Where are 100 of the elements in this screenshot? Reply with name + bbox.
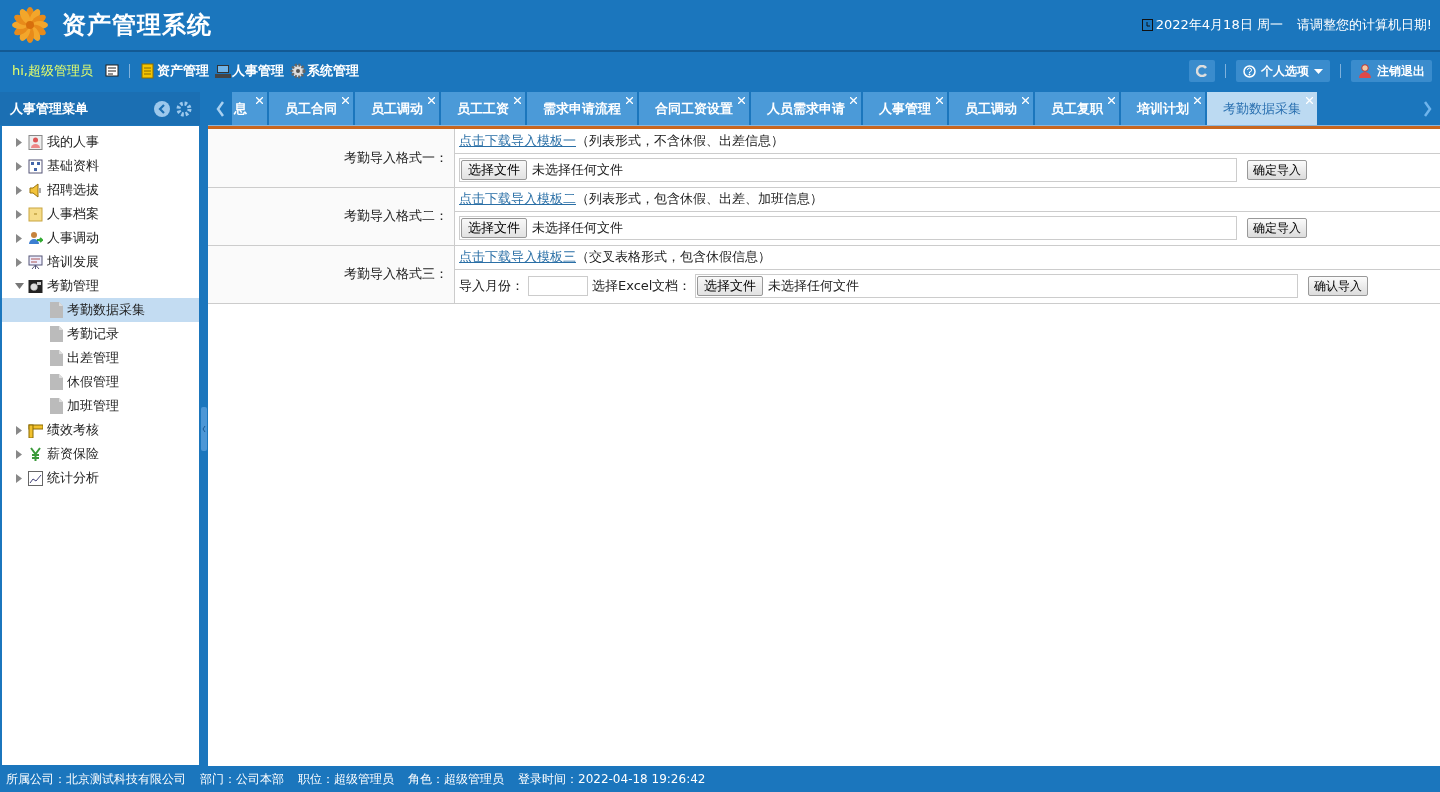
file-status: 未选择任何文件 [532, 161, 623, 179]
collapsed-arrow-icon[interactable] [16, 449, 22, 459]
clock-icon [1141, 19, 1153, 31]
computer-icon [215, 63, 231, 79]
close-icon[interactable] [738, 97, 745, 104]
menu-item[interactable]: 统计分析 [47, 469, 99, 487]
choose-file-button[interactable]: 选择文件 [461, 160, 527, 180]
submenu-item[interactable]: 出差管理 [2, 346, 199, 370]
diagram-icon [28, 158, 43, 174]
import-button[interactable]: 确定导入 [1247, 160, 1307, 180]
month-field[interactable] [528, 276, 588, 296]
people-icon [28, 230, 43, 246]
user-icon [1358, 64, 1372, 78]
module-link[interactable]: 系统管理 [290, 62, 359, 80]
status-text: 职位：超级管理员 [298, 770, 394, 788]
refresh-button[interactable] [1189, 60, 1215, 82]
chevron-right-icon [1424, 100, 1432, 117]
file-field[interactable]: 选择文件 未选择任何文件 [459, 158, 1237, 182]
close-icon[interactable] [1194, 97, 1201, 104]
status-text: 登录时间：2022-04-18 19:26:42 [518, 770, 706, 788]
row-label: 考勤导入格式二： [344, 208, 448, 223]
close-icon[interactable] [342, 97, 349, 104]
file-status: 未选择任何文件 [768, 277, 860, 295]
template-download-link[interactable]: 点击下载导入模板一 [459, 131, 576, 150]
flower-logo [12, 7, 48, 43]
field-label: 选择Excel文档： [592, 277, 692, 295]
import-button[interactable]: 确定导入 [1247, 218, 1307, 238]
chart-icon [28, 470, 43, 486]
page-icon [50, 374, 63, 390]
collapsed-arrow-icon[interactable] [16, 425, 22, 435]
yen-icon [28, 446, 43, 462]
menu-item[interactable]: 人事调动 [47, 229, 99, 247]
submenu-item[interactable]: 考勤记录 [2, 322, 199, 346]
menu-item[interactable]: 培训发展 [47, 253, 99, 271]
message-icon[interactable] [105, 64, 119, 78]
page-icon [50, 302, 63, 318]
close-icon[interactable] [256, 97, 263, 104]
close-icon[interactable] [514, 97, 521, 104]
status-text: 所属公司：北京测试科技有限公司 [6, 770, 186, 788]
template-download-link[interactable]: 点击下载导入模板二 [459, 190, 576, 208]
choose-file-button[interactable]: 选择文件 [697, 276, 764, 296]
collapsed-arrow-icon[interactable] [16, 233, 22, 243]
module-link[interactable]: 资产管理 [140, 62, 209, 80]
collapsed-arrow-icon[interactable] [16, 257, 22, 267]
collapse-icon[interactable] [154, 100, 170, 117]
collapsed-arrow-icon[interactable] [16, 209, 22, 219]
import-button[interactable]: 确认导入 [1308, 276, 1369, 296]
submenu-item[interactable]: 休假管理 [2, 370, 199, 394]
collapsed-arrow-icon[interactable] [16, 137, 22, 147]
file-status: 未选择任何文件 [532, 219, 623, 237]
collapsed-arrow-icon[interactable] [16, 185, 22, 195]
close-icon[interactable] [1108, 97, 1115, 104]
page-icon [50, 326, 63, 342]
submenu-item[interactable]: 考勤数据采集 [2, 298, 199, 322]
close-icon[interactable] [936, 97, 943, 104]
field-label: 导入月份： [459, 277, 524, 295]
caret-icon [1314, 68, 1323, 74]
submenu-item[interactable]: 加班管理 [2, 394, 199, 418]
module-link[interactable]: 人事管理 [215, 62, 284, 80]
close-icon[interactable] [428, 97, 435, 104]
logout-button[interactable]: 注销退出 [1351, 60, 1432, 82]
status-text: 角色：超级管理员 [408, 770, 504, 788]
menu-title: 人事管理菜单 [10, 99, 89, 118]
personal-options-button[interactable]: 个人选项 [1236, 60, 1330, 82]
current-date: 2022年4月18日 周一 [1155, 16, 1283, 34]
app-title: 资产管理系统 [62, 10, 212, 41]
page-icon [50, 398, 63, 414]
presentation-icon [28, 254, 43, 270]
menu-item[interactable]: 薪资保险 [47, 445, 99, 463]
help-icon [1243, 64, 1256, 78]
tab[interactable]: 考勤数据采集 [1207, 92, 1317, 125]
collapsed-arrow-icon[interactable] [16, 161, 22, 171]
document-icon [140, 63, 156, 79]
close-icon[interactable] [1022, 97, 1029, 104]
menu-item[interactable]: 人事档案 [47, 205, 99, 223]
status-text: 部门：公司本部 [200, 770, 284, 788]
row-label: 考勤导入格式一： [344, 149, 448, 165]
page-icon [50, 350, 63, 366]
row-label: 考勤导入格式三： [344, 266, 448, 281]
file-field[interactable]: 选择文件 未选择任何文件 [695, 274, 1299, 298]
choose-file-button[interactable]: 选择文件 [461, 218, 527, 238]
menu-item[interactable]: 我的人事 [47, 133, 99, 151]
expanded-arrow-icon[interactable] [14, 283, 24, 289]
person-icon [28, 134, 43, 150]
format-note: （列表形式，不含休假、出差信息） [576, 131, 784, 150]
refresh-icon [1196, 65, 1208, 77]
menu-item[interactable]: 招聘选拔 [47, 181, 99, 199]
collapsed-arrow-icon[interactable] [16, 473, 22, 483]
file-field[interactable]: 选择文件 未选择任何文件 [459, 216, 1237, 240]
format-note: （交叉表格形式，包含休假信息） [576, 248, 771, 266]
template-download-link[interactable]: 点击下载导入模板三 [459, 248, 576, 266]
folder-icon [28, 206, 43, 222]
greeting-text: hi,超级管理员 [12, 62, 93, 80]
close-icon[interactable] [850, 97, 857, 104]
menu-item[interactable]: 基础资料 [47, 157, 99, 175]
menu-item[interactable]: 绩效考核 [47, 421, 99, 439]
splitter-handle-icon[interactable] [201, 407, 207, 451]
speaker-icon [28, 182, 43, 198]
menu-item[interactable]: 考勤管理 [47, 277, 99, 295]
close-icon[interactable] [626, 97, 633, 104]
